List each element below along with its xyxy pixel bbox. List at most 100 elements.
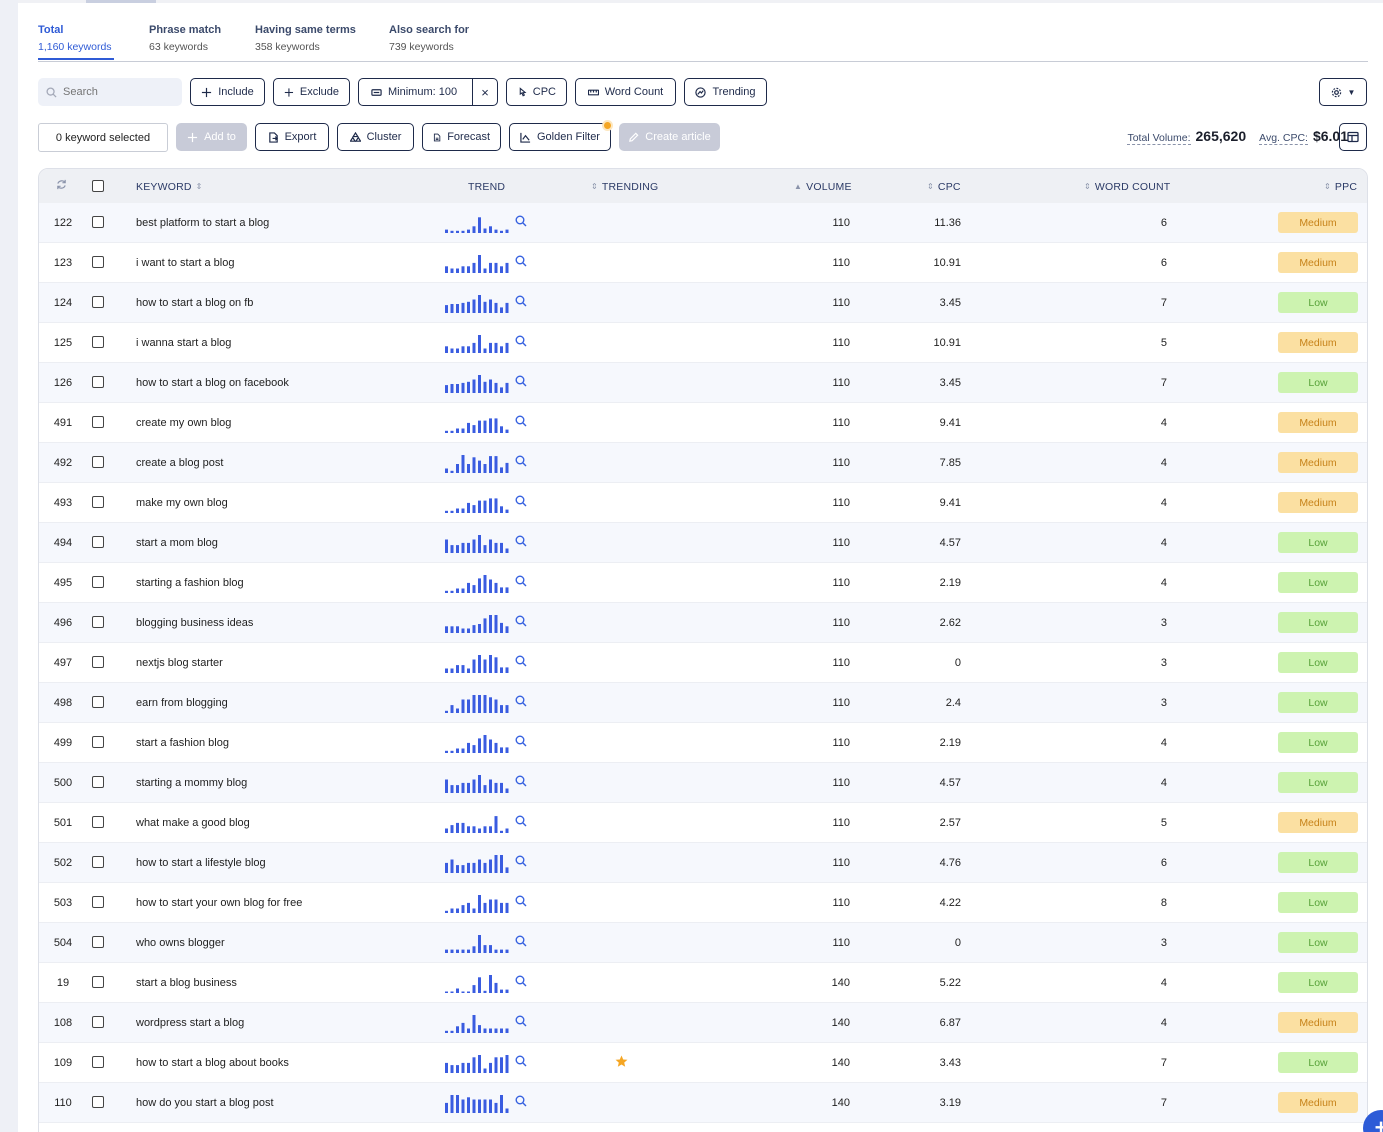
row-checkbox[interactable]: [92, 936, 104, 948]
table-row[interactable]: 492 create a blog post 110 7.85 4 Medium: [39, 443, 1367, 483]
create-article-button[interactable]: Create article: [619, 123, 720, 151]
keyword-text[interactable]: start a mom blog: [136, 537, 218, 549]
trend-search-icon[interactable]: [515, 855, 527, 867]
trend-search-icon[interactable]: [515, 975, 527, 987]
add-to-button[interactable]: Add to: [176, 123, 247, 151]
clear-minimum-icon[interactable]: ×: [473, 85, 497, 100]
trend-search-icon[interactable]: [515, 575, 527, 587]
trend-search-icon[interactable]: [515, 895, 527, 907]
keyword-text[interactable]: start a fashion blog: [136, 737, 229, 749]
search-input[interactable]: [63, 86, 173, 98]
keyword-text[interactable]: nextjs blog starter: [136, 657, 223, 669]
trend-search-icon[interactable]: [515, 375, 527, 387]
minimum-volume-filter[interactable]: Minimum: 100 ×: [358, 78, 498, 106]
keyword-text[interactable]: create my own blog: [136, 417, 231, 429]
trend-search-icon[interactable]: [515, 1055, 527, 1067]
trend-search-icon[interactable]: [515, 1015, 527, 1027]
forecast-button[interactable]: Forecast: [422, 123, 501, 151]
minimum-volume-label-area[interactable]: Minimum: 100: [359, 79, 473, 105]
keyword-text[interactable]: how to start a blog on fb: [136, 297, 253, 309]
column-header-cpc[interactable]: ⇕ CPC: [927, 181, 961, 193]
row-checkbox[interactable]: [92, 896, 104, 908]
trend-search-icon[interactable]: [515, 415, 527, 427]
tab-having-same-terms[interactable]: Having same terms 358 keywords: [255, 24, 356, 53]
keyword-text[interactable]: i want to start a blog: [136, 257, 234, 269]
table-row[interactable]: 496 blogging business ideas 110 2.62 3 Low: [39, 603, 1367, 643]
row-checkbox[interactable]: [92, 1016, 104, 1028]
trend-search-icon[interactable]: [515, 495, 527, 507]
table-row[interactable]: 502 how to start a lifestyle blog 110 4.76 6…: [39, 843, 1367, 883]
cpc-filter-button[interactable]: CPC: [506, 78, 567, 106]
row-checkbox[interactable]: [92, 256, 104, 268]
exclude-button[interactable]: Exclude: [273, 78, 350, 106]
table-row[interactable]: 124 how to start a blog on fb 110 3.45 7 Low: [39, 283, 1367, 323]
table-row[interactable]: 495 starting a fashion blog 110 2.19 4 Low: [39, 563, 1367, 603]
keyword-text[interactable]: make my own blog: [136, 497, 228, 509]
table-row[interactable]: 498 earn from blogging 110 2.4 3 Low: [39, 683, 1367, 723]
row-checkbox[interactable]: [92, 976, 104, 988]
table-row[interactable]: 500 starting a mommy blog 110 4.57 4 Low: [39, 763, 1367, 803]
trend-search-icon[interactable]: [515, 655, 527, 667]
row-checkbox[interactable]: [92, 736, 104, 748]
trend-search-icon[interactable]: [515, 815, 527, 827]
keyword-text[interactable]: blogging business ideas: [136, 617, 253, 629]
trending-filter-button[interactable]: Trending: [684, 78, 767, 106]
trend-search-icon[interactable]: [515, 935, 527, 947]
table-row[interactable]: 108 wordpress start a blog 140 6.87 4 Medium: [39, 1003, 1367, 1043]
table-row[interactable]: 493 make my own blog 110 9.41 4 Medium: [39, 483, 1367, 523]
table-row[interactable]: 491 create my own blog 110 9.41 4 Medium: [39, 403, 1367, 443]
trend-search-icon[interactable]: [515, 1095, 527, 1107]
row-checkbox[interactable]: [92, 696, 104, 708]
keyword-text[interactable]: earn from blogging: [136, 697, 228, 709]
row-checkbox[interactable]: [92, 336, 104, 348]
keyword-text[interactable]: best platform to start a blog: [136, 217, 269, 229]
row-checkbox[interactable]: [92, 376, 104, 388]
table-row[interactable]: 497 nextjs blog starter 110 0 3 Low: [39, 643, 1367, 683]
trend-search-icon[interactable]: [515, 735, 527, 747]
settings-dropdown-button[interactable]: ▼: [1319, 78, 1367, 106]
row-checkbox[interactable]: [92, 656, 104, 668]
trend-search-icon[interactable]: [515, 455, 527, 467]
keyword-text[interactable]: i wanna start a blog: [136, 337, 231, 349]
table-row[interactable]: 125 i wanna start a blog 110 10.91 5 Medium: [39, 323, 1367, 363]
table-row[interactable]: 109 how to start a blog about books 140 3.4…: [39, 1043, 1367, 1083]
keyword-text[interactable]: who owns blogger: [136, 937, 225, 949]
row-checkbox[interactable]: [92, 776, 104, 788]
trend-search-icon[interactable]: [515, 295, 527, 307]
row-checkbox[interactable]: [92, 856, 104, 868]
table-row[interactable]: 126 how to start a blog on facebook 110 3.4…: [39, 363, 1367, 403]
tab-phrase-match[interactable]: Phrase match 63 keywords: [149, 24, 221, 53]
table-row[interactable]: 501 what make a good blog 110 2.57 5 Medium: [39, 803, 1367, 843]
trend-search-icon[interactable]: [515, 335, 527, 347]
row-checkbox[interactable]: [92, 496, 104, 508]
columns-toggle-button[interactable]: [1339, 123, 1367, 151]
row-checkbox[interactable]: [92, 816, 104, 828]
golden-filter-button[interactable]: Golden Filter: [509, 123, 611, 151]
trend-search-icon[interactable]: [515, 255, 527, 267]
table-row[interactable]: 110 how do you start a blog post 140 3.19 7 M…: [39, 1083, 1367, 1123]
row-checkbox[interactable]: [92, 1056, 104, 1068]
row-checkbox[interactable]: [92, 456, 104, 468]
refresh-icon[interactable]: [56, 179, 67, 190]
table-row[interactable]: 499 start a fashion blog 110 2.19 4 Low: [39, 723, 1367, 763]
table-row[interactable]: 122 best platform to start a blog 110 11.36…: [39, 203, 1367, 243]
tab-total[interactable]: Total 1,160 keywords: [38, 24, 114, 60]
search-field[interactable]: [38, 78, 182, 106]
row-checkbox[interactable]: [92, 616, 104, 628]
trend-search-icon[interactable]: [515, 775, 527, 787]
row-checkbox[interactable]: [92, 416, 104, 428]
cluster-button[interactable]: Cluster: [337, 123, 414, 151]
row-checkbox[interactable]: [92, 576, 104, 588]
keyword-text[interactable]: what make a good blog: [136, 817, 250, 829]
column-header-ppc[interactable]: ⇕ PPC: [1324, 181, 1357, 193]
keyword-text[interactable]: starting a fashion blog: [136, 577, 244, 589]
trend-search-icon[interactable]: [515, 695, 527, 707]
row-checkbox[interactable]: [92, 216, 104, 228]
column-header-trending[interactable]: ⇕ TRENDING: [591, 181, 658, 193]
select-all-checkbox[interactable]: [92, 180, 104, 192]
table-row[interactable]: 494 start a mom blog 110 4.57 4 Low: [39, 523, 1367, 563]
keyword-text[interactable]: how to start your own blog for free: [136, 897, 302, 909]
word-count-filter-button[interactable]: Word Count: [575, 78, 676, 106]
table-row[interactable]: 503 how to start your own blog for free 11…: [39, 883, 1367, 923]
column-header-word-count[interactable]: ⇕ WORD COUNT: [1084, 181, 1170, 193]
